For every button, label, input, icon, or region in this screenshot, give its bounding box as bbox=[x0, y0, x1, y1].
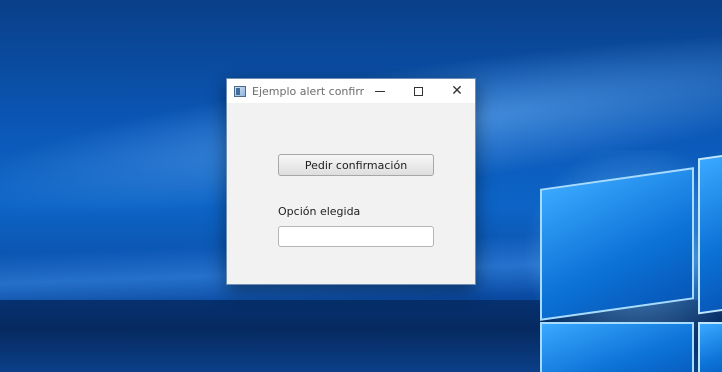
minimize-button[interactable] bbox=[363, 79, 397, 103]
close-icon: ✕ bbox=[451, 83, 463, 99]
app-icon bbox=[234, 85, 246, 97]
windows-logo-pane bbox=[698, 153, 722, 315]
request-confirmation-button[interactable]: Pedir confirmación bbox=[278, 154, 434, 176]
close-button[interactable]: ✕ bbox=[440, 79, 474, 103]
maximize-icon bbox=[413, 86, 423, 96]
chosen-option-label: Opción elegida bbox=[278, 205, 361, 218]
chosen-option-field[interactable] bbox=[278, 226, 434, 247]
windows-logo-pane bbox=[540, 167, 694, 321]
maximize-button[interactable] bbox=[401, 79, 435, 103]
windows-logo-pane bbox=[540, 322, 694, 372]
minimize-icon bbox=[375, 90, 385, 92]
window-title: Ejemplo alert confirm... bbox=[252, 84, 364, 98]
window-titlebar[interactable]: Ejemplo alert confirm... ✕ bbox=[227, 79, 475, 103]
app-window: Ejemplo alert confirm... ✕ Pedir confirm… bbox=[226, 78, 476, 285]
windows-logo-pane bbox=[698, 322, 722, 372]
